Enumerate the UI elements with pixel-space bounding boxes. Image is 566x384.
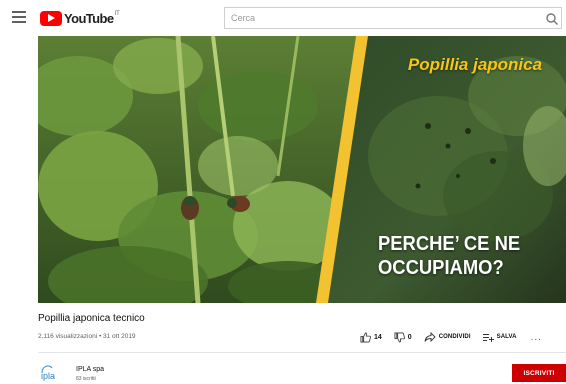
search-icon[interactable] — [545, 12, 559, 26]
video-meta: 2.116 visualizzazioni • 31 ott 2019 — [38, 333, 136, 340]
thumbs-up-icon — [360, 332, 371, 342]
save-button[interactable]: SALVA — [482, 333, 517, 342]
video-player[interactable]: Popillia japonica PERCHE’ CE NE OCCUPIAM… — [38, 36, 566, 303]
youtube-logo[interactable]: YouTube IT — [40, 10, 120, 26]
add-to-playlist-icon — [482, 333, 494, 342]
dislike-count: 0 — [407, 333, 412, 341]
save-label: SALVA — [496, 334, 517, 340]
channel-avatar[interactable]: ipla — [38, 362, 62, 382]
video-overlay-line-2: OCCUPIAMO? — [378, 257, 504, 279]
share-icon — [424, 332, 436, 342]
share-label: CONDIVIDI — [438, 334, 471, 340]
top-bar: YouTube IT — [0, 0, 566, 36]
dislike-button[interactable]: 0 — [394, 332, 412, 343]
video-actions: 14 0 CONDIVIDI SALVA ... — [360, 330, 542, 344]
channel-logo-text: ipla — [41, 371, 55, 381]
share-button[interactable]: CONDIVIDI — [424, 332, 471, 342]
like-button[interactable]: 14 — [360, 332, 382, 343]
subscribe-button[interactable]: ISCRIVITI — [512, 364, 566, 382]
logo-text: YouTube — [64, 10, 114, 26]
divider — [38, 352, 566, 353]
like-count: 14 — [374, 333, 382, 341]
play-logo-icon — [40, 10, 62, 26]
logo-country-code: IT — [114, 11, 120, 17]
search-input[interactable] — [225, 8, 561, 28]
video-overlay-line-1: PERCHE’ CE NE — [378, 233, 521, 255]
ipla-logo-icon: ipla — [41, 365, 55, 381]
video-overlay-title: Popillia japonica — [407, 55, 543, 74]
menu-icon[interactable] — [12, 11, 26, 23]
more-actions-icon[interactable]: ... — [531, 332, 542, 343]
channel-name[interactable]: IPLA spa — [76, 366, 104, 373]
thumbs-down-icon — [394, 332, 405, 342]
video-overlay-question: PERCHE’ CE NE OCCUPIAMO? — [378, 232, 520, 280]
search-box — [224, 7, 562, 29]
video-title: Popillia japonica tecnico — [38, 313, 145, 324]
subscriber-count: 83 iscritti — [76, 376, 96, 382]
